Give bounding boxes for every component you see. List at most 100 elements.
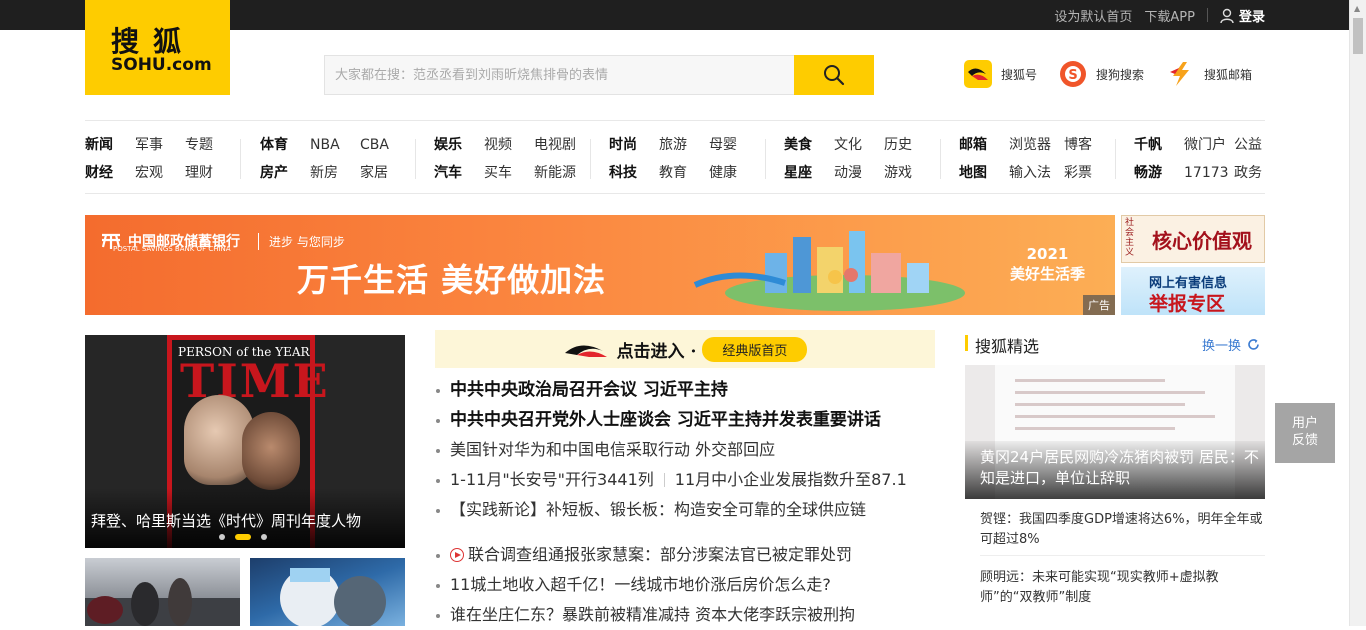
news-item: 中共中央召开党外人士座谈会 习近平主持并发表重要讲话 xyxy=(435,405,935,435)
nav-item[interactable]: 旅游 xyxy=(659,135,709,163)
nav-item[interactable]: 体育 xyxy=(260,135,310,163)
bank-name-en: POSTAL SAVINGS BANK OF CHINA xyxy=(113,245,231,253)
user-icon xyxy=(1220,8,1234,23)
nav-item[interactable]: 政务 xyxy=(1234,163,1265,191)
nav-item[interactable]: 买车 xyxy=(484,163,534,191)
nav-group: 美食 文化 历史 星座 动漫 游戏 xyxy=(784,135,934,191)
quick-link-sohu-mail[interactable]: 搜狐邮箱 xyxy=(1166,58,1252,90)
featured-caption-text[interactable]: 黄冈24户居民网购冷冻猪肉被罚 居民：不知是进口，单位让辞职 xyxy=(980,447,1260,489)
nav-item[interactable]: 新能源 xyxy=(534,163,584,191)
nav-item[interactable]: 邮箱 xyxy=(959,135,1009,163)
nav-item[interactable]: 星座 xyxy=(784,163,834,191)
snow-scene-icon xyxy=(85,578,240,626)
slider-dot[interactable] xyxy=(261,534,267,540)
picks-list-item: 顾明远：未来可能实现“现实教师+虚拟教师”的“双教师”制度 xyxy=(980,568,1265,608)
scrollbar-thumb[interactable] xyxy=(1353,18,1363,54)
nav-item[interactable]: 健康 xyxy=(709,163,759,191)
download-app-link[interactable]: 下载APP xyxy=(1144,6,1195,25)
medical-photo-thumbnail[interactable] xyxy=(250,558,405,626)
sohu-account-icon xyxy=(963,59,993,89)
login-link[interactable]: 登录 xyxy=(1220,6,1265,25)
nav-item[interactable]: 娱乐 xyxy=(434,135,484,163)
news-link[interactable]: 谁在坐庄仁东？暴跌前被精准减持 资本大佬李跃宗被刑拘 xyxy=(450,605,855,624)
classic-homepage-button[interactable]: 经典版首页 xyxy=(702,336,808,362)
nav-item[interactable]: 动漫 xyxy=(834,163,884,191)
nav-item[interactable]: 微门户 xyxy=(1184,135,1234,163)
news-link[interactable]: 11城土地收入超千亿！一线城市地价涨后房价怎么走? xyxy=(450,575,831,594)
slider-dot-active[interactable] xyxy=(235,534,251,540)
nav-item[interactable]: 房产 xyxy=(260,163,310,191)
nav-item[interactable]: 军事 xyxy=(135,135,185,163)
sohu-logo[interactable]: 搜狐 SOHU.com xyxy=(85,0,230,95)
nav-item[interactable]: 17173 xyxy=(1184,163,1234,191)
nav-item[interactable]: 文化 xyxy=(834,135,884,163)
slider-dot[interactable] xyxy=(219,534,225,540)
refresh-button[interactable]: 换一换 xyxy=(1202,335,1260,354)
nav-divider xyxy=(240,139,241,179)
login-label: 登录 xyxy=(1238,9,1265,25)
snow-photo-thumbnail[interactable] xyxy=(85,558,240,626)
report-zone-ad[interactable]: 网上有害信息 举报专区 xyxy=(1121,267,1265,315)
banner-ad[interactable]: 中国邮政储蓄银行 进步 与您同步 POSTAL SAVINGS BANK OF … xyxy=(85,215,1115,315)
scroll-up-icon[interactable]: ▲ xyxy=(1354,4,1360,13)
news-link[interactable]: 美国针对华为和中国电信采取行动 外交部回应 xyxy=(450,440,775,459)
nav-item[interactable]: 财经 xyxy=(85,163,135,191)
nav-item[interactable]: 电视剧 xyxy=(534,135,584,163)
quick-link-sogou-search[interactable]: S 搜狗搜索 xyxy=(1058,58,1144,90)
feedback-button[interactable]: 用户 反馈 xyxy=(1275,403,1335,463)
picks-link[interactable]: 顾明远：未来可能实现“现实教师+虚拟教师”的“双教师”制度 xyxy=(980,568,1265,608)
news-link[interactable]: 1-11月"长安号"开行3441列 xyxy=(450,470,654,489)
search-button[interactable] xyxy=(794,55,874,95)
nav-item[interactable]: CBA xyxy=(360,135,410,163)
nav-item[interactable]: 千帆 xyxy=(1134,135,1184,163)
season-year: 2021 xyxy=(1026,245,1069,263)
nav-item[interactable]: 输入法 xyxy=(1009,163,1064,191)
nav-item[interactable]: 新房 xyxy=(310,163,360,191)
bank-slogan: 进步 与您同步 xyxy=(258,232,345,250)
nav-item[interactable]: 畅游 xyxy=(1134,163,1184,191)
nav-item[interactable]: 视频 xyxy=(484,135,534,163)
nav-divider xyxy=(415,139,416,179)
nav-item[interactable]: 新闻 xyxy=(85,135,135,163)
quick-link-label: 搜狐号 xyxy=(1001,67,1038,82)
focus-slider[interactable]: PERSON of the YEAR TIME 拜登、哈里斯当选《时代》周刊年度… xyxy=(85,335,405,548)
set-homepage-link[interactable]: 设为默认首页 xyxy=(1054,6,1132,25)
nav-item[interactable]: 博客 xyxy=(1064,135,1114,163)
news-link[interactable]: 11月中小企业发展指数升至87.1 xyxy=(675,470,907,489)
feedback-line2: 反馈 xyxy=(1291,433,1318,448)
nav-item[interactable]: 专题 xyxy=(185,135,235,163)
refresh-icon xyxy=(1248,339,1259,350)
nav-item[interactable]: 游戏 xyxy=(884,163,934,191)
quick-link-sohu-account[interactable]: 搜狐号 xyxy=(963,58,1037,90)
picks-link[interactable]: 贺铿：我国四季度GDP增速将达6%，明年全年或可超过8% xyxy=(980,510,1265,550)
search-icon xyxy=(824,65,845,86)
classic-homepage-entry[interactable]: 点击进入 · 经典版首页 xyxy=(435,330,935,368)
news-link[interactable]: 中共中央政治局召开会议 习近平主持 xyxy=(450,380,728,400)
nav-item[interactable]: 科技 xyxy=(609,163,659,191)
nav-divider xyxy=(765,139,766,179)
slide-caption-text[interactable]: 拜登、哈里斯当选《时代》周刊年度人物 xyxy=(91,510,361,531)
news-link[interactable]: 中共中央召开党外人士座谈会 习近平主持并发表重要讲话 xyxy=(450,410,881,430)
news-list-second: 联合调查组通报张家慧案：部分涉案法官已被定罪处罚 11城土地收入超千亿！一线城市… xyxy=(435,540,935,630)
nav-item[interactable]: 母婴 xyxy=(709,135,759,163)
news-link[interactable]: 联合调查组通报张家慧案：部分涉案法官已被定罪处罚 xyxy=(468,545,852,564)
nav-item[interactable]: 教育 xyxy=(659,163,709,191)
nav-item[interactable]: 家居 xyxy=(360,163,410,191)
nav-item[interactable]: 浏览器 xyxy=(1009,135,1064,163)
search-input[interactable] xyxy=(324,55,794,95)
nav-item[interactable]: 时尚 xyxy=(609,135,659,163)
nav-item[interactable]: 彩票 xyxy=(1064,163,1114,191)
picks-featured-image[interactable]: 黄冈24户居民网购冷冻猪肉被罚 居民：不知是进口，单位让辞职 xyxy=(965,365,1265,499)
nav-item[interactable]: 历史 xyxy=(884,135,934,163)
nav-item[interactable]: 地图 xyxy=(959,163,1009,191)
nav-group: 娱乐 视频 电视剧 汽车 买车 新能源 xyxy=(434,135,584,191)
nav-item[interactable]: NBA xyxy=(310,135,360,163)
nav-item[interactable]: 理财 xyxy=(185,163,235,191)
nav-item[interactable]: 宏观 xyxy=(135,163,185,191)
core-values-ad[interactable]: 社会主义 核心价值观 xyxy=(1121,215,1265,263)
nav-item[interactable]: 美食 xyxy=(784,135,834,163)
nav-item[interactable]: 汽车 xyxy=(434,163,484,191)
scrollbar[interactable]: ▲ xyxy=(1349,0,1366,626)
news-link[interactable]: 【实践新论】补短板、锻长板：构造安全可靠的全球供应链 xyxy=(450,500,866,519)
nav-item[interactable]: 公益 xyxy=(1234,135,1265,163)
